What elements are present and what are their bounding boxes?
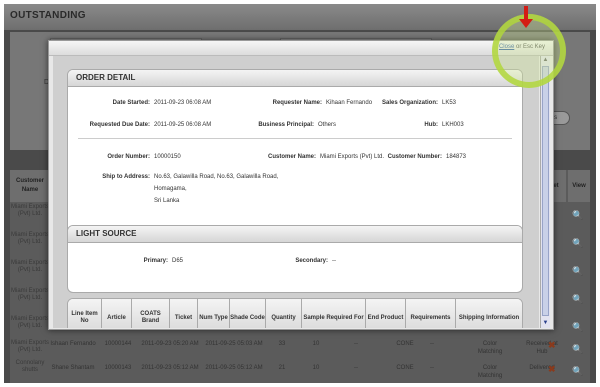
due-date-cell: 2011-09-25 05:03 AM bbox=[205, 341, 263, 347]
customer-cell: Miami Exports (Pvt) Ltd. bbox=[10, 232, 49, 245]
requirements-cell: -- bbox=[430, 341, 434, 347]
scroll-down-arrow-icon[interactable]: ▼ bbox=[541, 319, 550, 328]
hub-label: Hub: bbox=[424, 122, 438, 128]
view-icon[interactable]: 🔍 bbox=[572, 266, 583, 277]
value-cell: 10 bbox=[312, 341, 320, 347]
customer-cell: Miami Exports (Pvt) Ltd. bbox=[10, 288, 49, 301]
pointer-arrow-icon bbox=[524, 6, 528, 20]
requester-label: Requester Name: bbox=[272, 100, 322, 106]
primary-value: D65 bbox=[172, 258, 184, 264]
order-detail-heading: ORDER DETAIL bbox=[68, 70, 522, 87]
order-number-value: 10000150 bbox=[154, 154, 181, 160]
principal-value: Others bbox=[318, 122, 337, 128]
customer-cell: Connolany shutts bbox=[15, 360, 45, 373]
qty-cell: 33 bbox=[278, 341, 286, 347]
modal-content[interactable]: ORDER DETAIL Date Started: 2011-09-23 06… bbox=[53, 56, 539, 328]
customer-cell: Miami Exports (Pvt) Ltd. bbox=[10, 340, 49, 353]
column-customer-name[interactable]: Customer Name bbox=[10, 170, 50, 202]
outstanding-title: OUTSTANDING bbox=[10, 10, 86, 21]
ship-to-label: Ship to Address: bbox=[102, 174, 150, 180]
customer-name-label: Customer Name: bbox=[267, 154, 316, 160]
header-shipping-information[interactable]: Shipping Information bbox=[456, 299, 522, 328]
customer-cell: Miami Exports (Pvt) Ltd. bbox=[10, 204, 49, 217]
order-detail-section: ORDER DETAIL Date Started: 2011-09-23 06… bbox=[67, 69, 523, 237]
product-cell: CONE bbox=[396, 341, 414, 347]
line-items-table: Line Item No Article COATS Brand Ticket … bbox=[67, 298, 523, 328]
requester-cell: Ishaan Fernando bbox=[50, 341, 96, 347]
delete-icon[interactable]: ✖ bbox=[548, 340, 556, 351]
status-cell: Delivered bbox=[529, 365, 555, 371]
header-line-item-no[interactable]: Line Item No bbox=[68, 299, 102, 328]
primary-label: Primary: bbox=[143, 258, 168, 264]
shipping-cell: Color Matching bbox=[477, 365, 503, 379]
date-started-cell: 2011-09-23 05:20 AM bbox=[141, 341, 199, 347]
ship-address-line3: Sri Lanka bbox=[154, 198, 180, 204]
order-cell: 10000143 bbox=[104, 365, 132, 371]
view-icon[interactable]: 🔍 bbox=[572, 238, 583, 249]
modal-titlebar: Close or Esc Key bbox=[49, 41, 553, 56]
shipping-cell: Color Matching bbox=[477, 341, 503, 355]
due-date-label: Requested Due Date: bbox=[89, 122, 150, 128]
requester-cell: Shane Shantam bbox=[51, 365, 95, 371]
header-requirements[interactable]: Requirements bbox=[406, 299, 456, 328]
view-icon[interactable]: 🔍 bbox=[572, 294, 583, 305]
delete-icon[interactable]: ✖ bbox=[548, 364, 556, 375]
header-article[interactable]: Article bbox=[102, 299, 132, 328]
table-row[interactable]: Ishaan Fernando 10000144 2011-09-23 05:2… bbox=[50, 338, 590, 360]
order-cell: 10000144 bbox=[104, 341, 132, 347]
order-number-label: Order Number: bbox=[107, 154, 150, 160]
value-cell: -- bbox=[354, 365, 358, 371]
due-date-cell: 2011-09-25 05:12 AM bbox=[205, 365, 263, 371]
customer-cell: Miami Exports (Pvt) Ltd. bbox=[10, 260, 49, 273]
date-started-value: 2011-09-23 06:08 AM bbox=[154, 100, 212, 106]
header-num-type[interactable]: Num Type bbox=[198, 299, 230, 328]
ship-address-line2: Homagama, bbox=[154, 186, 187, 192]
principal-label: Business Principal: bbox=[258, 122, 314, 128]
customer-number-value: 184873 bbox=[446, 154, 467, 160]
status-cell: Received at Hub bbox=[526, 341, 558, 355]
header-sample-required-for[interactable]: Sample Required For bbox=[302, 299, 366, 328]
customer-number-label: Customer Number: bbox=[387, 154, 442, 160]
hub-value: LKH003 bbox=[442, 122, 464, 128]
value-cell: 10 bbox=[312, 365, 320, 371]
pointer-arrowhead-icon bbox=[519, 19, 533, 28]
view-icon[interactable]: 🔍 bbox=[572, 210, 583, 221]
modal-scrollbar[interactable]: ▲ ▼ bbox=[540, 56, 550, 328]
date-started-label: Date Started: bbox=[112, 100, 150, 106]
date-started-cell: 2011-09-23 05:12 AM bbox=[141, 365, 199, 371]
header-ticket[interactable]: Ticket bbox=[170, 299, 198, 328]
header-shade-code[interactable]: Shade Code bbox=[230, 299, 266, 328]
light-source-section: LIGHT SOURCE Primary: D65 Secondary: -- bbox=[67, 225, 523, 293]
product-cell: CONE bbox=[396, 365, 414, 371]
table-row[interactable]: Shane Shantam 10000143 2011-09-23 05:12 … bbox=[50, 362, 590, 383]
line-items-header: Line Item No Article COATS Brand Ticket … bbox=[68, 299, 522, 328]
ship-address-line1: No.63, Galawilla Road, No.63, Galawilla … bbox=[154, 174, 279, 180]
sales-org-value: LK53 bbox=[442, 100, 457, 106]
qty-cell: 21 bbox=[278, 365, 286, 371]
light-source-heading: LIGHT SOURCE bbox=[68, 226, 522, 243]
due-date-value: 2011-09-25 06:08 AM bbox=[154, 122, 212, 128]
header-coats-brand[interactable]: COATS Brand bbox=[132, 299, 170, 328]
header-end-product[interactable]: End Product bbox=[366, 299, 406, 328]
column-view[interactable]: View bbox=[568, 170, 590, 202]
value-cell: -- bbox=[354, 341, 358, 347]
secondary-label: Secondary: bbox=[295, 258, 328, 264]
secondary-value: -- bbox=[332, 258, 336, 264]
header-quantity[interactable]: Quantity bbox=[266, 299, 302, 328]
section-divider bbox=[78, 138, 512, 139]
requirements-cell: -- bbox=[430, 365, 434, 371]
scroll-thumb[interactable] bbox=[542, 66, 549, 316]
sales-org-label: Sales Organization: bbox=[381, 100, 438, 106]
customer-cell: Miami Exports (Pvt) Ltd. bbox=[10, 316, 49, 329]
order-detail-modal: Close or Esc Key ORDER DETAIL Date Start… bbox=[48, 40, 554, 330]
view-icon[interactable]: 🔍 bbox=[572, 322, 583, 333]
